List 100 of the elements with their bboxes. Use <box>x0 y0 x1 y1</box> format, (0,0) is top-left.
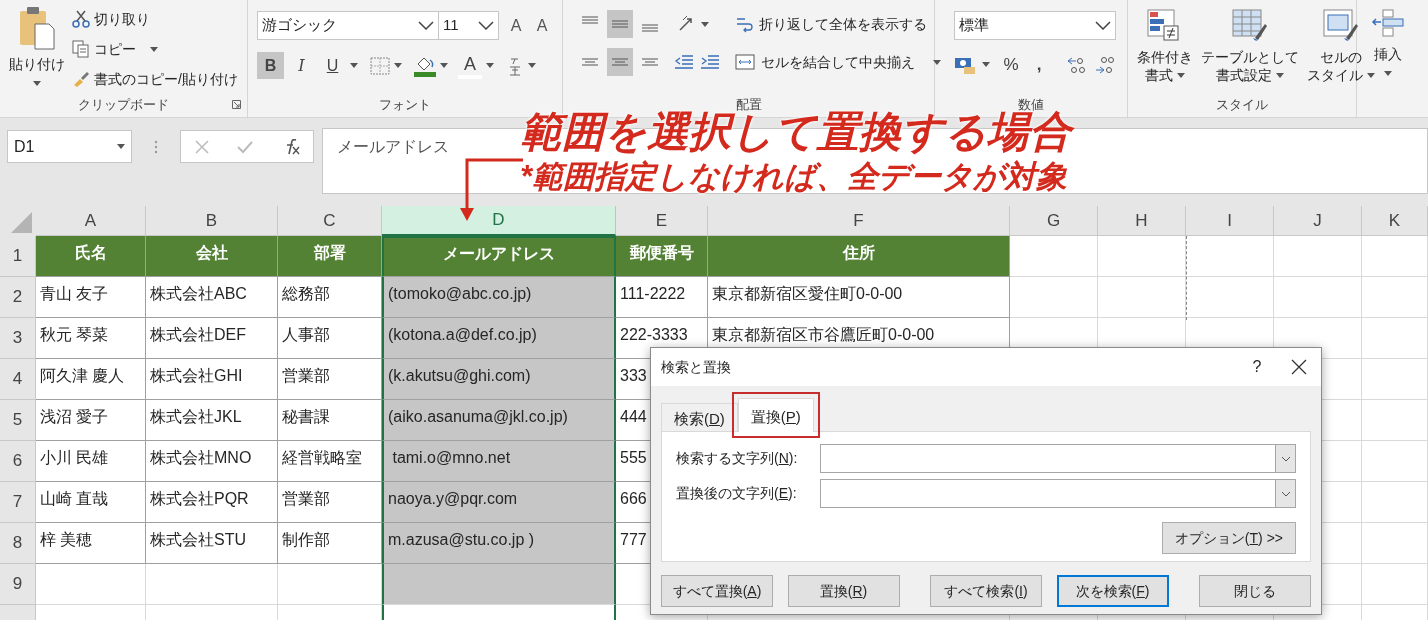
align-middle-icon[interactable] <box>607 10 633 38</box>
font-size-dropdown[interactable]: 11 <box>439 11 499 40</box>
column-header[interactable]: J <box>1274 206 1362 236</box>
tab[interactable]: 検索(D) <box>661 403 738 431</box>
row-header[interactable]: 4 <box>0 359 36 400</box>
row-header[interactable]: 1 <box>0 236 36 277</box>
grow-font-button[interactable]: A <box>507 13 525 38</box>
table-cell[interactable]: 浅沼 愛子 <box>36 400 146 441</box>
table-cell[interactable]: 総務部 <box>278 277 382 318</box>
borders-icon[interactable] <box>370 56 390 75</box>
table-cell[interactable]: (aiko.asanuma@jkl.co.jp) <box>382 400 616 441</box>
bold-button[interactable]: B <box>257 52 284 79</box>
table-cell[interactable]: 住所 <box>708 236 1010 277</box>
input-field[interactable] <box>820 479 1296 508</box>
name-box[interactable]: D1 <box>7 130 132 163</box>
decrease-decimal-icon[interactable] <box>1094 54 1116 75</box>
table-cell[interactable]: 株式会社JKL <box>146 400 278 441</box>
column-header[interactable]: B <box>146 206 278 236</box>
options-button[interactable]: オプション(T) >> <box>1161 522 1296 554</box>
table-cell[interactable]: 会社 <box>146 236 278 277</box>
row-header[interactable]: 5 <box>0 400 36 441</box>
table-cell[interactable]: 梓 美穂 <box>36 523 146 564</box>
row-header[interactable]: 6 <box>0 441 36 482</box>
paste-button[interactable]: 貼り付け <box>6 6 68 92</box>
table-cell[interactable]: 氏名 <box>36 236 146 277</box>
insert-button[interactable]: 挿入 <box>1371 0 1405 95</box>
table-cell[interactable]: 株式会社ABC <box>146 277 278 318</box>
table-cell[interactable]: (kotona.a@def.co.jp) <box>382 318 616 359</box>
field-label: 置換後の文字列(E): <box>676 484 798 503</box>
table-cell[interactable]: 営業部 <box>278 359 382 400</box>
dialog-button[interactable]: 置換(R) <box>787 575 900 607</box>
caret-icon <box>440 63 448 68</box>
table-cell[interactable]: 株式会社GHI <box>146 359 278 400</box>
table-cell[interactable]: 経営戦略室 <box>278 441 382 482</box>
group-label: スタイル <box>1216 96 1268 114</box>
help-button[interactable]: ? <box>1237 355 1277 379</box>
input-field[interactable] <box>820 444 1296 473</box>
italic-button[interactable]: I <box>288 52 315 79</box>
font-color-button[interactable]: A <box>458 52 482 79</box>
table-cell[interactable]: 制作部 <box>278 523 382 564</box>
table-cell[interactable]: m.azusa@stu.co.jp ) <box>382 523 616 564</box>
dialog-button[interactable]: 次を検索(F) <box>1056 575 1169 607</box>
table-cell[interactable]: メールアドレス <box>382 236 616 277</box>
table-cell[interactable]: 郵便番号 <box>616 236 708 277</box>
merge-center-button[interactable]: セルを結合して中央揃え <box>735 51 941 73</box>
wrap-text-button[interactable]: 折り返して全体を表示する <box>735 13 927 35</box>
underline-button[interactable]: U <box>319 52 346 79</box>
percent-button[interactable]: % <box>1000 52 1022 78</box>
comma-button[interactable]: , <box>1028 52 1050 78</box>
number-format-dropdown[interactable]: 標準 <box>954 11 1116 40</box>
table-cell[interactable]: 株式会社STU <box>146 523 278 564</box>
close-icon[interactable] <box>1291 359 1307 375</box>
selected-cell[interactable] <box>382 564 616 605</box>
table-cell[interactable]: 111-2222 <box>616 277 708 318</box>
table-cell[interactable]: 東京都新宿区愛住町0-0-00 <box>708 277 1010 318</box>
align-center-icon[interactable] <box>607 48 633 76</box>
dialog-button[interactable]: すべて検索(I) <box>930 575 1042 607</box>
table-cell[interactable]: 株式会社MNO <box>146 441 278 482</box>
column-header[interactable]: F <box>708 206 1010 236</box>
table-cell[interactable]: 秋元 琴菜 <box>36 318 146 359</box>
row-header[interactable]: 7 <box>0 482 36 523</box>
table-cell[interactable]: 営業部 <box>278 482 382 523</box>
dialog-button[interactable]: すべて置換(A) <box>661 575 773 607</box>
table-cell[interactable]: 青山 友子 <box>36 277 146 318</box>
table-cell[interactable]: 株式会社PQR <box>146 482 278 523</box>
cancel-icon[interactable] <box>194 138 210 155</box>
clipboard-item[interactable]: コピー <box>70 36 240 62</box>
table-cell[interactable]: naoya.y@pqr.com <box>382 482 616 523</box>
decrease-indent-icon[interactable] <box>673 52 695 72</box>
clipboard-item[interactable]: 切り取り <box>70 6 240 32</box>
table-cell[interactable]: 部署 <box>278 236 382 277</box>
column-header[interactable]: D <box>382 206 616 236</box>
format-as-table-button[interactable]: テーブルとして 書式設定 <box>1198 8 1302 95</box>
font-name-dropdown[interactable]: 游ゴシック <box>257 11 439 40</box>
table-cell[interactable]: 人事部 <box>278 318 382 359</box>
row-header[interactable]: 9 <box>0 564 36 605</box>
table-cell[interactable]: 株式会社DEF <box>146 318 278 359</box>
table-cell[interactable]: 山崎 直哉 <box>36 482 146 523</box>
table-cell[interactable]: tami.o@mno.net <box>382 441 616 482</box>
conditional-format-button[interactable]: 条件付き 書式 <box>1134 8 1196 95</box>
table-cell[interactable]: 阿久津 慶人 <box>36 359 146 400</box>
column-header[interactable]: K <box>1362 206 1428 236</box>
table-cell[interactable]: (tomoko@abc.co.jp) <box>382 277 616 318</box>
row-header[interactable]: 8 <box>0 523 36 564</box>
table-cell[interactable]: (k.akutsu@ghi.com) <box>382 359 616 400</box>
column-header[interactable]: I <box>1186 206 1274 236</box>
row-header[interactable]: 3 <box>0 318 36 359</box>
row-header[interactable]: 2 <box>0 277 36 318</box>
column-header[interactable]: A <box>36 206 146 236</box>
column-header[interactable]: H <box>1098 206 1186 236</box>
table-cell[interactable]: 秘書課 <box>278 400 382 441</box>
column-header[interactable]: E <box>616 206 708 236</box>
clipboard-item[interactable]: 書式のコピー/貼り付け <box>70 66 240 92</box>
caret-icon <box>1384 71 1392 76</box>
shrink-font-button[interactable]: A <box>533 13 551 38</box>
table-cell[interactable]: 小川 民雄 <box>36 441 146 482</box>
column-header[interactable]: C <box>278 206 382 236</box>
increase-indent-icon[interactable] <box>699 52 721 72</box>
column-header[interactable]: G <box>1010 206 1098 236</box>
dialog-button[interactable]: 閉じる <box>1199 575 1311 607</box>
